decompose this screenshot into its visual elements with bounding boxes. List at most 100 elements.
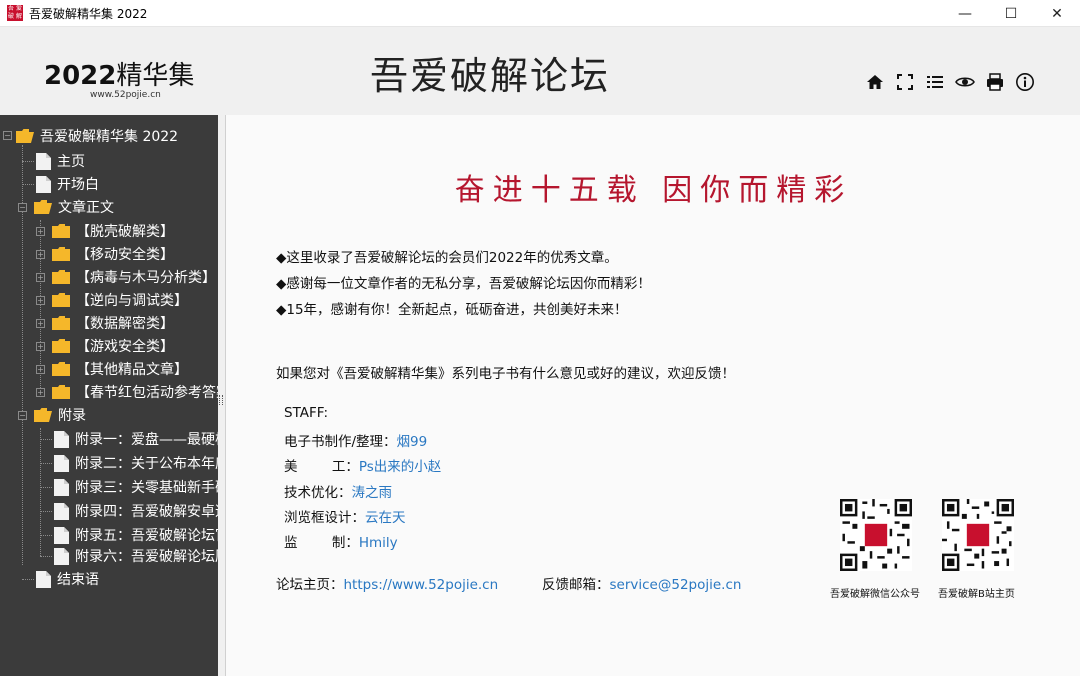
content-pane: 奋进十五载 因你而精彩 ◆这里收录了吾爱破解论坛的会员们2022年的优秀文章。 … <box>225 115 1080 676</box>
eye-button[interactable] <box>954 71 976 93</box>
print-icon <box>987 73 1003 91</box>
tree-line <box>40 463 52 464</box>
staff-heading: STAFF: <box>284 405 329 421</box>
sidebar-tree[interactable]: − 吾爱破解精华集 2022 主页 开场白 − 文章正文 + 【脱壳破解类】 +… <box>0 115 218 676</box>
document-icon <box>54 547 69 565</box>
tree-item-category[interactable]: 【数据解密类】 <box>52 312 174 334</box>
tree-item-category[interactable]: 【逆向与调试类】 <box>52 289 188 311</box>
staff-name-link[interactable]: 云在天 <box>365 510 406 526</box>
maximize-icon: ☐ <box>1004 5 1018 22</box>
document-icon <box>54 478 69 496</box>
info-icon <box>1016 73 1034 91</box>
list-icon <box>927 76 943 88</box>
tree-item-category[interactable]: 【春节红包活动参考答案】 <box>52 381 218 403</box>
tree-item-intro[interactable]: 开场白 <box>36 173 99 195</box>
qr-caption-wechat: 吾爱破解微信公众号 <box>830 589 920 600</box>
document-icon <box>36 570 51 588</box>
app-header: 2022精华集 www.52pojie.cn 吾爱破解论坛 <box>0 27 1080 115</box>
staff-row: 浏览框设计：云在天 <box>284 510 406 526</box>
folder-icon <box>52 224 70 238</box>
tree-expander[interactable]: + <box>36 365 45 374</box>
logo: 2022精华集 www.52pojie.cn <box>44 55 214 100</box>
tree-item-appendix-entry[interactable]: 附录二：关于公布本年度 <box>54 452 218 474</box>
forum-homepage: 论坛主页：https://www.52pojie.cn <box>276 577 499 593</box>
tree-item-appendix-entry[interactable]: 附录一：爱盘——最硬核 <box>54 428 218 450</box>
window-title: 吾爱破解精华集 2022 <box>29 6 148 21</box>
print-button[interactable] <box>984 71 1006 93</box>
tree-item-category[interactable]: 【游戏安全类】 <box>52 335 174 357</box>
tree-expander[interactable]: − <box>18 411 27 420</box>
close-button[interactable]: ✕ <box>1034 0 1080 27</box>
tree-item-appendix-entry[interactable]: 附录六：吾爱破解论坛历 <box>54 545 218 567</box>
folder-icon <box>52 293 70 307</box>
pane-splitter[interactable] <box>218 115 225 676</box>
document-icon <box>54 502 69 520</box>
tree-expander[interactable]: − <box>3 131 12 140</box>
folder-icon <box>52 362 70 376</box>
staff-name-link[interactable]: 涛之雨 <box>352 485 393 501</box>
staff-row: 监 制：Hmily <box>284 535 398 551</box>
intro-bullet: ◆这里收录了吾爱破解论坛的会员们2022年的优秀文章。 <box>276 250 618 266</box>
maximize-button[interactable]: ☐ <box>988 0 1034 27</box>
tree-item-appendix-entry[interactable]: 附录三：关零基础新手研 <box>54 476 218 498</box>
folder-icon <box>52 270 70 284</box>
document-icon <box>54 430 69 448</box>
tree-item-appendix[interactable]: 附录 <box>34 404 86 426</box>
eye-icon <box>955 77 975 87</box>
folder-icon <box>52 339 70 353</box>
email-link[interactable]: service@52pojie.cn <box>610 577 742 593</box>
info-button[interactable] <box>1014 71 1036 93</box>
tree-expander[interactable]: + <box>36 388 45 397</box>
tree-item-root[interactable]: 吾爱破解精华集 2022 <box>16 125 178 147</box>
logo-text: 精华集 <box>116 61 195 91</box>
staff-name-link[interactable]: Hmily <box>359 535 398 551</box>
tree-item-home[interactable]: 主页 <box>36 150 85 172</box>
close-icon: ✕ <box>1051 5 1063 22</box>
tree-expander[interactable]: + <box>36 342 45 351</box>
tree-item-category[interactable]: 【脱壳破解类】 <box>52 220 174 242</box>
minimize-button[interactable]: — <box>942 0 988 27</box>
splitter-grip-icon[interactable] <box>219 395 223 405</box>
tree-line <box>40 487 52 488</box>
tree-item-articles[interactable]: 文章正文 <box>34 196 114 218</box>
folder-icon <box>52 316 70 330</box>
folder-open-icon <box>34 408 52 422</box>
tree-expander[interactable]: + <box>36 319 45 328</box>
tree-item-appendix-entry[interactable]: 附录五：吾爱破解论坛官 <box>54 524 218 546</box>
document-icon <box>36 175 51 193</box>
tree-expander[interactable]: + <box>36 273 45 282</box>
folder-open-icon <box>16 129 34 143</box>
document-icon <box>36 152 51 170</box>
list-button[interactable] <box>924 71 946 93</box>
tree-item-category[interactable]: 【其他精品文章】 <box>52 358 188 380</box>
minimize-icon: — <box>958 5 972 22</box>
home-button[interactable] <box>864 71 886 93</box>
staff-name-link[interactable]: 烟99 <box>397 434 428 450</box>
toolbar <box>864 71 1036 93</box>
forum-url-link[interactable]: https://www.52pojie.cn <box>344 577 499 593</box>
site-title: 吾爱破解论坛 <box>370 54 611 98</box>
feedback-text: 如果您对《吾爱破解精华集》系列电子书有什么意见或好的建议，欢迎反馈！ <box>276 366 735 382</box>
tree-expander[interactable]: − <box>18 203 27 212</box>
staff-row: 美 工：Ps出来的小赵 <box>284 459 442 475</box>
tree-item-category[interactable]: 【病毒与木马分析类】 <box>52 266 216 288</box>
content-headline: 奋进十五载 因你而精彩 <box>454 173 853 208</box>
fullscreen-icon <box>897 74 913 90</box>
staff-name-link[interactable]: Ps出来的小赵 <box>359 459 441 475</box>
qr-code-bilibili <box>942 499 1014 571</box>
home-icon <box>867 75 883 89</box>
tree-expander[interactable]: + <box>36 250 45 259</box>
staff-row: 电子书制作/整理：烟99 <box>284 434 428 450</box>
tree-expander[interactable]: + <box>36 227 45 236</box>
intro-bullet: ◆感谢每一位文章作者的无私分享，吾爱破解论坛因你而精彩！ <box>276 276 651 292</box>
tree-line <box>22 184 34 185</box>
tree-item-category[interactable]: 【移动安全类】 <box>52 243 174 265</box>
fullscreen-button[interactable] <box>894 71 916 93</box>
folder-icon <box>52 247 70 261</box>
tree-item-closing[interactable]: 结束语 <box>36 568 99 590</box>
tree-line <box>22 161 34 162</box>
tree-expander[interactable]: + <box>36 296 45 305</box>
folder-open-icon <box>34 200 52 214</box>
tree-item-appendix-entry[interactable]: 附录四：吾爱破解安卓逆 <box>54 500 218 522</box>
document-icon <box>54 526 69 544</box>
